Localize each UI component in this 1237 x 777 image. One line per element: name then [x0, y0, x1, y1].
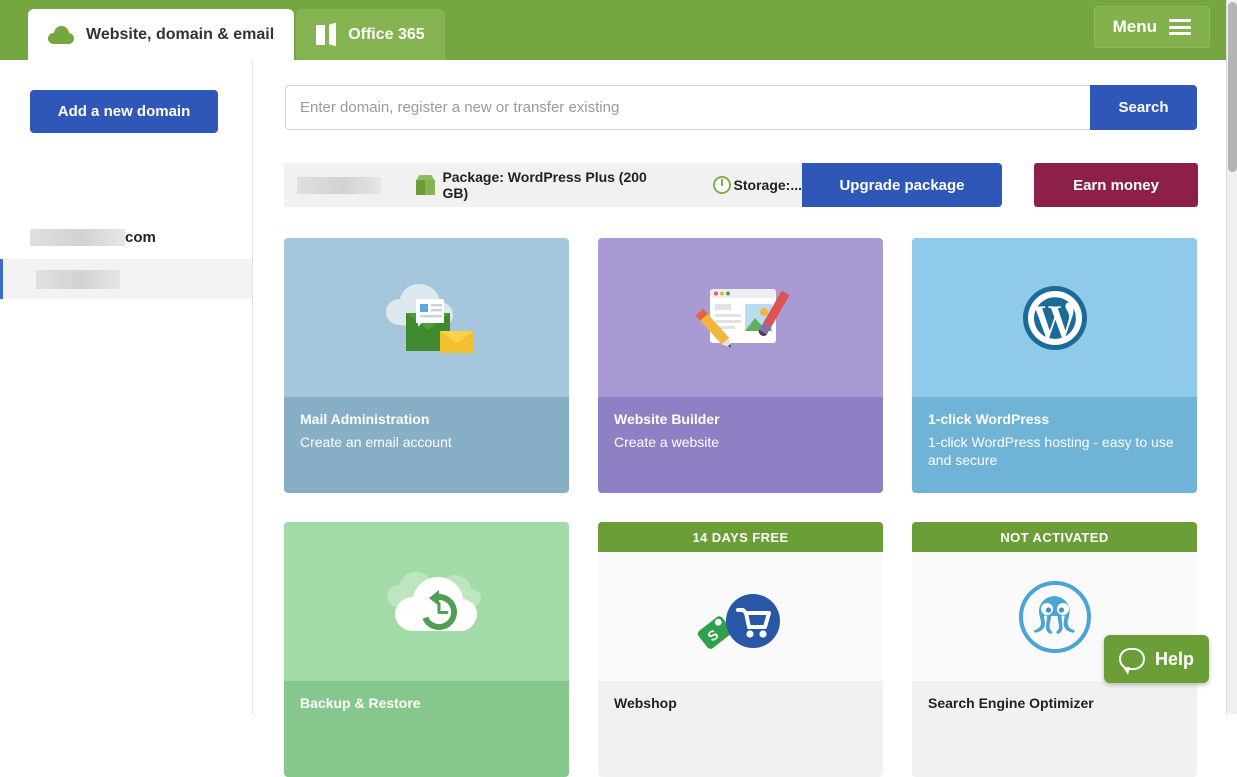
top-navigation-bar: Website, domain & email Office 365 Menu — [0, 0, 1237, 60]
hamburger-icon — [1169, 19, 1191, 35]
office365-icon — [316, 23, 336, 47]
card-label: Webshop — [598, 681, 883, 777]
card-artwork — [598, 238, 883, 397]
upgrade-package-button[interactable]: Upgrade package — [802, 163, 1002, 207]
sidebar-item-domain-2-selected[interactable] — [0, 259, 252, 299]
storage-label: Storage:... — [734, 177, 802, 193]
help-button[interactable]: Help — [1104, 635, 1209, 683]
earn-money-button[interactable]: Earn money — [1034, 163, 1198, 207]
package-label-group: Package: WordPress Plus (200 GB) — [416, 169, 671, 201]
wordpress-icon — [1022, 285, 1088, 351]
redacted-site-name — [297, 177, 381, 194]
card-artwork — [912, 238, 1197, 397]
domain-suffix: com — [125, 229, 156, 246]
sidebar: Add a new domain com — [0, 60, 253, 714]
package-info: Package: WordPress Plus (200 GB) Storage… — [284, 163, 802, 207]
card-label: Website Builder Create a website — [598, 397, 883, 493]
card-title: Website Builder — [614, 411, 867, 427]
website-builder-icon — [686, 273, 796, 363]
card-badge: NOT ACTIVATED — [912, 522, 1197, 552]
card-backup-restore[interactable]: Backup & Restore — [284, 522, 569, 777]
card-description: 1-click WordPress hosting - easy to use … — [928, 433, 1181, 470]
package-label: Package: WordPress Plus (200 GB) — [442, 169, 670, 201]
add-new-domain-button[interactable]: Add a new domain — [30, 90, 218, 133]
search-input[interactable] — [285, 85, 1090, 130]
card-title: Mail Administration — [300, 411, 553, 427]
card-label: Mail Administration Create an email acco… — [284, 397, 569, 493]
tab-label: Website, domain & email — [86, 26, 274, 44]
card-label: Backup & Restore — [284, 681, 569, 777]
seo-octopus-icon — [1017, 579, 1093, 655]
card-description: Create an email account — [300, 433, 553, 451]
help-button-label: Help — [1155, 649, 1194, 670]
card-title: Backup & Restore — [300, 695, 553, 711]
card-badge: 14 DAYS FREE — [598, 522, 883, 552]
card-label: Search Engine Optimizer — [912, 681, 1197, 777]
package-box-icon — [416, 175, 435, 195]
card-wordpress[interactable]: 1-click WordPress 1-click WordPress host… — [912, 238, 1197, 493]
shopping-cart-icon: S — [691, 577, 791, 657]
tab-website-domain-email[interactable]: Website, domain & email — [28, 9, 294, 60]
scrollbar-thumb[interactable] — [1228, 2, 1237, 172]
domain-search-row: Search — [285, 85, 1197, 130]
card-title: Webshop — [614, 695, 867, 711]
speech-bubble-icon — [1119, 648, 1145, 670]
tab-bar: Website, domain & email Office 365 — [28, 9, 445, 60]
card-website-builder[interactable]: Website Builder Create a website — [598, 238, 883, 493]
cloud-mail-icon — [372, 273, 482, 363]
service-card-grid: Mail Administration Create an email acco… — [284, 238, 1198, 777]
redacted-domain-name — [36, 270, 120, 289]
storage-label-group: Storage:... — [713, 176, 802, 194]
search-button[interactable]: Search — [1090, 85, 1197, 130]
redacted-domain-name — [30, 229, 125, 246]
cloud-restore-icon — [367, 557, 487, 647]
tab-office-365[interactable]: Office 365 — [296, 9, 444, 60]
card-artwork — [284, 238, 569, 397]
card-description: Create a website — [614, 433, 867, 451]
package-status-bar: Package: WordPress Plus (200 GB) Storage… — [284, 163, 1002, 207]
sidebar-item-domain-1[interactable]: com — [0, 215, 252, 259]
card-artwork: S — [598, 552, 883, 681]
card-artwork — [284, 522, 569, 681]
card-title: 1-click WordPress — [928, 411, 1181, 427]
card-webshop[interactable]: 14 DAYS FREE S Webshop — [598, 522, 883, 777]
card-label: 1-click WordPress 1-click WordPress host… — [912, 397, 1197, 493]
menu-button-label: Menu — [1113, 17, 1157, 37]
page-scrollbar[interactable] — [1226, 0, 1237, 714]
card-title: Search Engine Optimizer — [928, 695, 1181, 711]
cloud-icon — [48, 26, 74, 44]
menu-button[interactable]: Menu — [1094, 6, 1210, 48]
storage-gauge-icon — [713, 176, 731, 194]
card-mail-administration[interactable]: Mail Administration Create an email acco… — [284, 238, 569, 493]
main-content: Search Package: WordPress Plus (200 GB) … — [253, 60, 1226, 714]
tab-label: Office 365 — [348, 26, 424, 44]
